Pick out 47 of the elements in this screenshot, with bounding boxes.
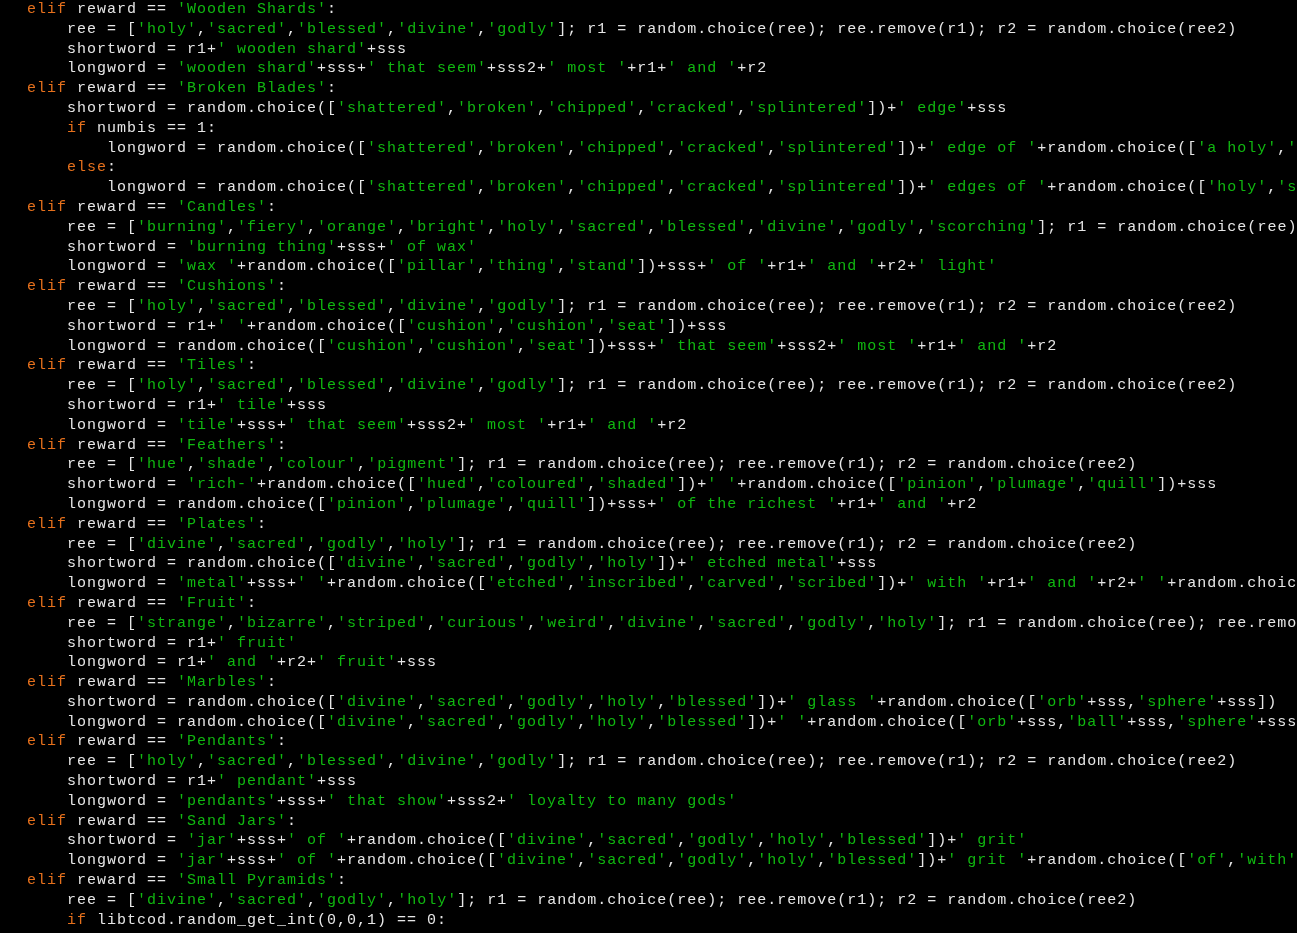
code-line: shortword = r1+' wooden shard'+sss (66, 39, 408, 60)
code-line: shortword = random.choice(['shattered','broken','chipped','cracked','splintered'])+' edge'+sss (66, 99, 1008, 119)
code-line: elif reward == 'Fruit': (27, 593, 258, 614)
code-line: shortword = r1+' pendant'+sss (66, 772, 358, 792)
code-line: elif reward == 'Tiles': (27, 356, 258, 377)
code-line: longword = 'wax '+random.choice(['pillar','thing','stand'])+sss+' of '+r1+' and '+r2+' light' (66, 257, 998, 278)
code-line: else: (66, 158, 118, 179)
code-line: longword = random.choice(['shattered','broken','chipped','cracked','splintered'])+' edges of '+random.choice(['holy','s (106, 178, 1297, 198)
code-line: shortword = r1+' fruit' (66, 633, 298, 654)
code-line: elif reward == 'Wooden Shards': (27, 0, 338, 20)
code-line: longword = 'metal'+sss+' '+random.choice(['etched','inscribed','carved','scribed'])+' with '+r1+' and '+r2+' '+random.choic (66, 574, 1297, 594)
code-line: longword = random.choice(['cushion','cushion','seat'])+sss+' that seem'+sss2+' most '+r1+' and '+r2 (66, 336, 1058, 357)
code-line: shortword = random.choice(['divine','sacred','godly','holy','blessed'])+' glass '+random.choice(['orb'+sss,'sphere'+sss]) (66, 692, 1278, 713)
code-line: elif reward == 'Marbles': (27, 673, 278, 693)
code-line: shortword = r1+' '+random.choice(['cushion','cushion','seat'])+sss (66, 316, 728, 337)
code-line: longword = 'pendants'+sss+' that show'+sss2+' loyalty to many gods' (66, 791, 738, 812)
code-line: shortword = 'burning thing'+sss+' of wax' (66, 237, 478, 258)
code-line: elif reward == 'Small Pyramids': (27, 871, 348, 891)
code-line: longword = 'wooden shard'+sss+' that seem'+sss2+' most '+r1+' and '+r2 (66, 59, 768, 80)
code-line: shortword = 'rich-'+random.choice(['hued','coloured','shaded'])+' '+random.choice(['pinion','plumage','quill'])+sss (66, 475, 1218, 495)
code-line: longword = 'jar'+sss+' of '+random.choice(['divine','sacred','godly','holy','blessed'])+' grit '+random.choice(['of','with' (66, 851, 1297, 872)
code-line: longword = random.choice(['divine','sacred','godly','holy','blessed'])+' '+random.choice(['orb'+sss,'ball'+sss,'sphere'+sss (66, 712, 1297, 733)
code-line: if numbis == 1: (66, 118, 218, 139)
code-line: shortword = r1+' tile'+sss (66, 395, 328, 416)
code-line: ree = ['holy','sacred','blessed','divine','godly']; r1 = random.choice(ree); ree.remove(r1); r2 = random.choice(ree2) (66, 19, 1238, 40)
code-line: shortword = random.choice(['divine','sacred','godly','holy'])+' etched metal'+sss (66, 554, 878, 575)
code-line: longword = random.choice(['shattered','broken','chipped','cracked','splintered'])+' edge of '+random.choice(['a holy',' (106, 138, 1297, 159)
code-line: ree = ['holy','sacred','blessed','divine','godly']; r1 = random.choice(ree); ree.remove(r1); r2 = random.choice(ree2) (66, 376, 1238, 396)
code-line: ree = ['strange','bizarre','striped','curious','weird','divine','sacred','godly','holy']; r1 = random.choice(ree); ree.remo (66, 613, 1297, 634)
code-line: elif reward == 'Pendants': (27, 732, 288, 753)
code-line: elif reward == 'Broken Blades': (27, 79, 338, 99)
code-line: elif reward == 'Sand Jars': (27, 811, 298, 832)
code-line: longword = r1+' and '+r2+' fruit'+sss (66, 653, 438, 674)
code-line: longword = random.choice(['pinion','plumage','quill'])+sss+' of the richest '+r1+' and '+r2 (66, 494, 978, 515)
code-line: ree = ['holy','sacred','blessed','divine','godly']; r1 = random.choice(ree); ree.remove(r1); r2 = random.choice(ree2) (66, 752, 1238, 773)
code-line: elif reward == 'Cushions': (27, 277, 288, 297)
code-line: ree = ['holy','sacred','blessed','divine','godly']; r1 = random.choice(ree); ree.remove(r1); r2 = random.choice(ree2) (66, 296, 1238, 317)
code-line: longword = 'tile'+sss+' that seem'+sss2+' most '+r1+' and '+r2 (66, 415, 688, 436)
code-line: shortword = 'jar'+sss+' of '+random.choice(['divine','sacred','godly','holy','blessed'])+' grit' (66, 831, 1028, 852)
code-line: elif reward == 'Candles': (27, 197, 278, 218)
code-line: ree = ['divine','sacred','godly','holy']; r1 = random.choice(ree); ree.remove(r1); r2 = random.choice(ree2) (66, 890, 1138, 911)
code-line: if libtcod.random_get_int(0,0,1) == 0: (66, 910, 448, 931)
code-line: ree = ['hue','shade','colour','pigment']; r1 = random.choice(ree); ree.remove(r1); r2 = random.choice(ree2) (66, 455, 1138, 476)
code-line: ree = ['burning','fiery','orange','bright','holy','sacred','blessed','divine','godly','scorching']; r1 = random.choice(ree) (66, 217, 1297, 238)
code-line: ree = ['divine','sacred','godly','holy']; r1 = random.choice(ree); ree.remove(r1); r2 = random.choice(ree2) (66, 534, 1138, 555)
code-line: elif reward == 'Feathers': (27, 435, 288, 456)
code-line: elif reward == 'Plates': (27, 514, 268, 535)
